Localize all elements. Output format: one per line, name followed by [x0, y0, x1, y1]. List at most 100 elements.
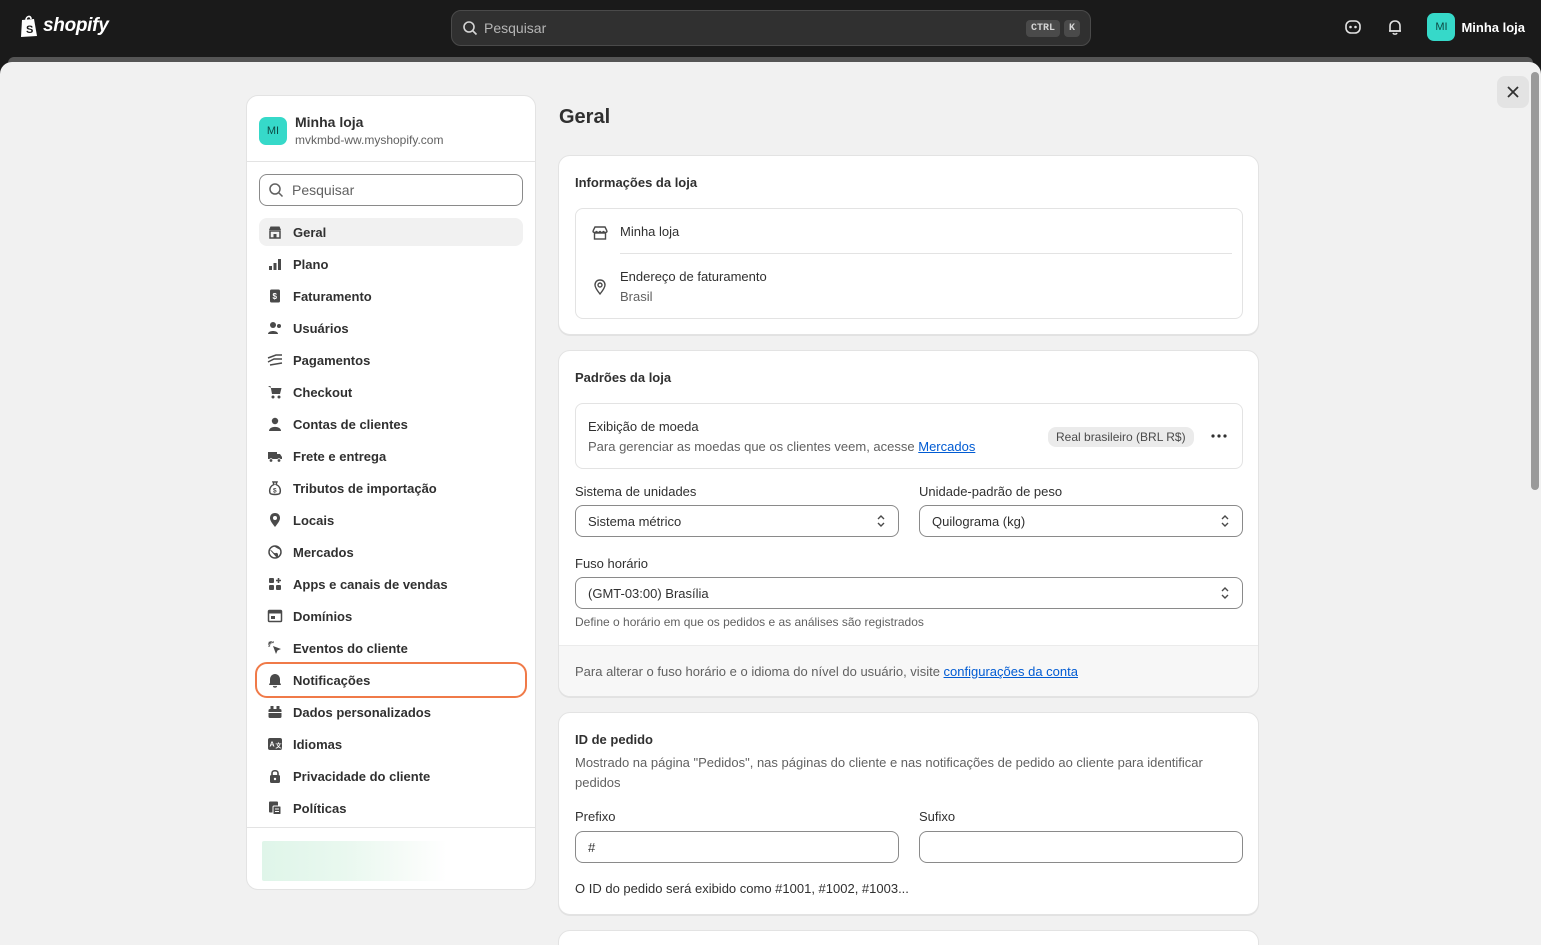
sidebar-item-label: Dados personalizados — [293, 704, 431, 720]
currency-description-text: Para gerenciar as moedas que os clientes… — [588, 439, 915, 454]
store-name-row[interactable]: Minha loja — [620, 224, 679, 239]
sidebar-item-usuarios[interactable]: Usuários — [259, 314, 523, 342]
search-placeholder: Pesquisar — [484, 20, 547, 36]
store-info-box: Minha loja Endereço de faturamento Brasi… — [575, 208, 1243, 319]
page-title: Geral — [559, 106, 611, 128]
chevron-up-down-icon — [1221, 587, 1229, 599]
store-menu-button[interactable]: MI Minha loja — [1427, 13, 1525, 41]
svg-text:$: $ — [273, 292, 278, 301]
sidebar-item-dados-personalizados[interactable]: Dados personalizados — [259, 698, 523, 726]
bell-icon — [267, 672, 283, 688]
divider — [620, 253, 1232, 254]
location-icon — [267, 512, 283, 528]
order-id-description: Mostrado na página "Pedidos", nas página… — [575, 755, 1203, 790]
avatar: MI — [1427, 13, 1456, 41]
settings-nav: Geral Plano $ Faturamento Usuários Pagam… — [247, 218, 535, 822]
sidebar-item-label: Notificações — [293, 672, 371, 688]
sidebar-item-label: Pagamentos — [293, 352, 371, 368]
sidebar-item-locais[interactable]: Locais — [259, 506, 523, 534]
location-icon — [594, 279, 606, 296]
svg-text:文: 文 — [275, 742, 283, 750]
timezone-value: (GMT-03:00) Brasília — [588, 585, 709, 601]
database-icon — [267, 704, 283, 720]
scrollbar[interactable] — [1531, 72, 1539, 490]
order-id-preview: O ID do pedido será exibido como #1001, … — [575, 881, 909, 896]
sidebar-item-label: Faturamento — [293, 288, 372, 304]
shopify-bag-icon: S — [21, 15, 37, 37]
sidebar-footer — [247, 827, 535, 889]
policy-icon — [267, 800, 283, 816]
sidebar-item-contas-de-clientes[interactable]: Contas de clientes — [259, 410, 523, 438]
weight-value: Quilograma (kg) — [932, 513, 1026, 529]
sidebar-item-label: Geral — [293, 224, 327, 240]
account-settings-link[interactable]: configurações da conta — [944, 664, 1078, 679]
sidebar-item-faturamento[interactable]: $ Faturamento — [259, 282, 523, 310]
lock-icon — [267, 768, 283, 784]
sidebar-item-notificacoes[interactable]: Notificações — [255, 662, 527, 698]
timezone-label: Fuso horário — [575, 556, 648, 571]
sidebar-item-politicas[interactable]: Políticas — [259, 794, 523, 822]
suffix-input[interactable] — [919, 831, 1243, 863]
payments-icon — [267, 352, 283, 368]
cart-icon — [267, 384, 283, 400]
bell-icon[interactable] — [1385, 17, 1405, 37]
store-icon — [592, 226, 608, 240]
sidebar-item-mercados[interactable]: Mercados — [259, 538, 523, 566]
card-footer-band: Para alterar o fuso horário e o idioma d… — [559, 645, 1258, 696]
units-value: Sistema métrico — [588, 513, 682, 529]
sidebar-item-plano[interactable]: Plano — [259, 250, 523, 278]
markets-link[interactable]: Mercados — [918, 439, 975, 454]
more-actions-icon[interactable] — [1210, 431, 1228, 441]
shopify-logo[interactable]: S shopify — [19, 14, 109, 38]
sidebar-item-dominios[interactable]: Domínios — [259, 602, 523, 630]
apps-icon — [267, 576, 283, 592]
sidebar-item-geral[interactable]: Geral — [259, 218, 523, 246]
store-defaults-card: Padrões da loja Exibição de moeda Para g… — [558, 350, 1259, 697]
sidebar-item-checkout[interactable]: Checkout — [259, 378, 523, 406]
sidebar-item-pagamentos[interactable]: Pagamentos — [259, 346, 523, 374]
kbd-k: K — [1063, 19, 1080, 37]
svg-text:S: S — [26, 24, 33, 36]
settings-sidebar: MI Minha loja mvkmbd-ww.myshopify.com Pe… — [246, 95, 536, 890]
units-select[interactable]: Sistema métrico — [575, 505, 899, 537]
sidebar-item-privacidade[interactable]: Privacidade do cliente — [259, 762, 523, 790]
weight-select[interactable]: Quilograma (kg) — [919, 505, 1243, 537]
currency-box: Exibição de moeda Para gerenciar as moed… — [575, 403, 1243, 469]
globe-icon — [267, 544, 283, 560]
chart-icon — [267, 256, 283, 272]
sidebar-item-label: Idiomas — [293, 736, 343, 752]
chevron-up-down-icon — [877, 515, 885, 527]
footer-banner — [262, 841, 447, 881]
sidebar-item-idiomas[interactable]: A文 Idiomas — [259, 730, 523, 758]
sidebar-item-label: Eventos do cliente — [293, 640, 408, 656]
sidebar-item-label: Privacidade do cliente — [293, 768, 431, 784]
store-domain: mvkmbd-ww.myshopify.com — [295, 133, 444, 147]
timezone-select[interactable]: (GMT-03:00) Brasília — [575, 577, 1243, 609]
sidekick-icon[interactable] — [1343, 17, 1363, 37]
svg-text:$: $ — [273, 488, 277, 495]
sidebar-item-apps[interactable]: Apps e canais de vendas — [259, 570, 523, 598]
currency-description: Para gerenciar as moedas que os clientes… — [588, 439, 975, 454]
top-bar: S shopify Pesquisar CTRL K MI Minha loja — [0, 0, 1541, 56]
prefix-input[interactable]: # — [575, 831, 899, 863]
sidebar-item-frete-e-entrega[interactable]: Frete e entrega — [259, 442, 523, 470]
card-heading: Padrões da loja — [575, 370, 672, 385]
money-bag-icon: $ — [267, 480, 283, 496]
sidebar-item-label: Usuários — [293, 320, 349, 336]
brand-text: shopify — [43, 15, 109, 36]
prefix-label: Prefixo — [575, 809, 616, 824]
sidebar-item-label: Políticas — [293, 800, 347, 816]
truck-icon — [267, 448, 283, 464]
sidebar-item-eventos-do-cliente[interactable]: Eventos do cliente — [259, 634, 523, 662]
billing-address-label[interactable]: Endereço de faturamento — [620, 269, 767, 284]
weight-label: Unidade-padrão de peso — [919, 484, 1063, 499]
currency-badge: Real brasileiro (BRL R$) — [1048, 427, 1194, 447]
settings-search-input[interactable]: Pesquisar — [259, 174, 523, 206]
language-icon: A文 — [267, 736, 283, 752]
close-button[interactable] — [1497, 76, 1529, 108]
sidebar-item-label: Locais — [293, 512, 335, 528]
store-icon — [267, 224, 283, 240]
global-search[interactable]: Pesquisar CTRL K — [451, 10, 1091, 46]
sidebar-item-tributos[interactable]: $ Tributos de importação — [259, 474, 523, 502]
store-header: MI Minha loja mvkmbd-ww.myshopify.com — [247, 96, 535, 162]
